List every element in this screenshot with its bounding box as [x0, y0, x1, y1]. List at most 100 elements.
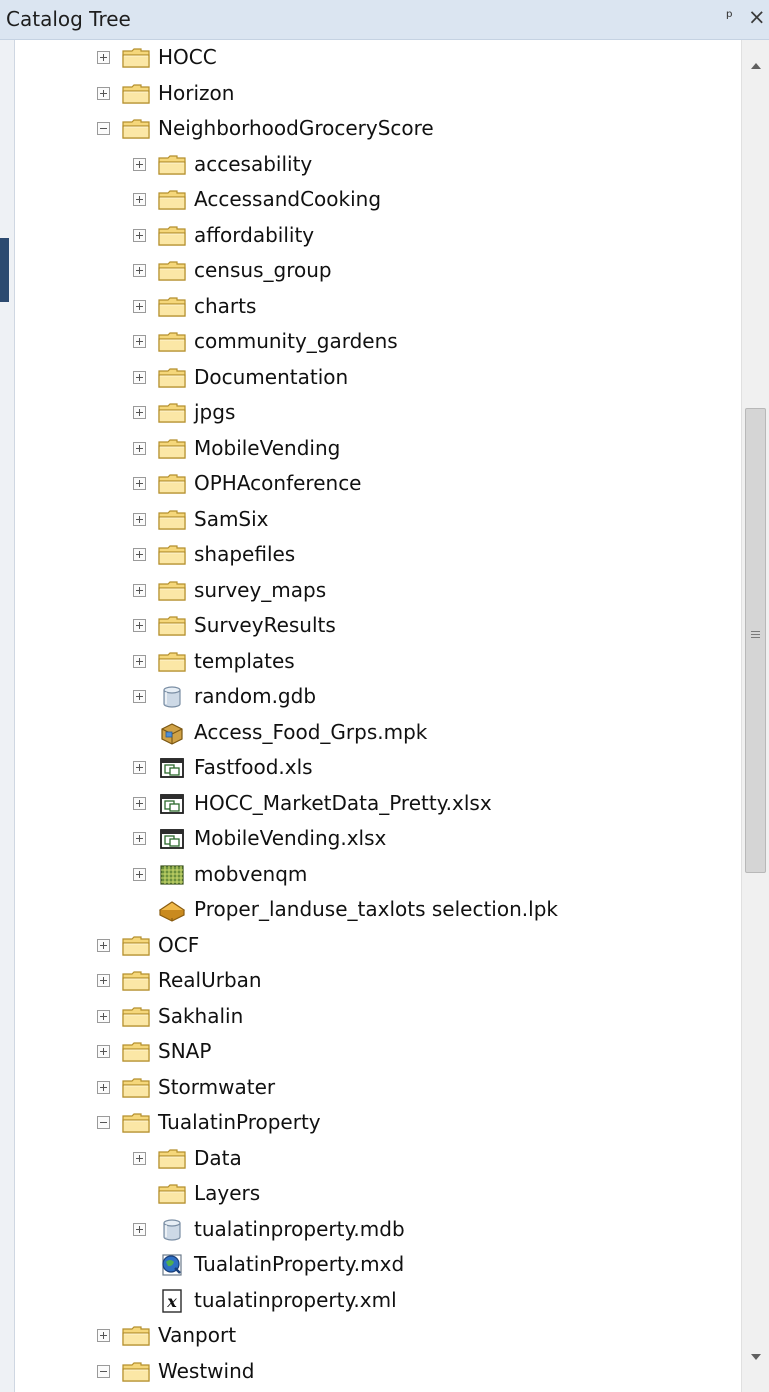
expand-icon[interactable]: [133, 761, 146, 774]
pin-icon[interactable]: ᵖ: [724, 7, 735, 28]
tree-item-community-gardens[interactable]: community_gardens: [15, 324, 741, 360]
expand-icon[interactable]: [133, 299, 146, 313]
expand-icon[interactable]: [97, 938, 110, 952]
expand-icon[interactable]: [133, 832, 146, 845]
expand-icon[interactable]: [133, 654, 146, 668]
expand-icon[interactable]: [133, 228, 146, 242]
tree-item-label: AccessandCooking: [194, 187, 382, 211]
tree-item-realurban[interactable]: RealUrban: [15, 963, 741, 999]
expand-icon[interactable]: [133, 406, 146, 419]
expand-icon[interactable]: [97, 1045, 110, 1058]
expand-icon[interactable]: [133, 1222, 146, 1236]
folder-icon: [157, 1182, 187, 1206]
tree-item-label: OCF: [158, 932, 200, 957]
tree-item-label: tualatinproperty.mdb: [194, 1216, 405, 1241]
tree-item-label: HOCC_MarketData_Pretty.xlsx: [194, 790, 492, 815]
expand-icon[interactable]: [133, 441, 146, 455]
scroll-thumb[interactable]: [745, 408, 766, 873]
expand-icon[interactable]: [133, 157, 146, 171]
expand-icon[interactable]: [133, 619, 146, 632]
tree-item-mobilevending[interactable]: MobileVending: [15, 431, 741, 467]
folder-icon: [121, 117, 151, 141]
tree-item-snap[interactable]: SNAP: [15, 1034, 741, 1070]
tree-item-ophaconference[interactable]: OPHAconference: [15, 466, 741, 502]
tree-item-accessandcooking[interactable]: AccessandCooking: [15, 182, 741, 218]
vertical-scrollbar[interactable]: [741, 40, 769, 1392]
expand-icon[interactable]: [97, 1009, 110, 1023]
scroll-up-arrow-icon[interactable]: [751, 63, 761, 69]
tree-item-documentation[interactable]: Documentation: [15, 360, 741, 396]
expand-icon[interactable]: [133, 583, 146, 597]
tree-item-access-food-grps-mpk[interactable]: Access_Food_Grps.mpk: [15, 715, 741, 751]
tree-item-label: tualatinproperty.xml: [194, 1287, 397, 1312]
tree-item-hocc[interactable]: HOCC: [15, 40, 741, 76]
folder-icon: [121, 1076, 151, 1100]
tree-item-label: survey_maps: [194, 577, 327, 602]
tree-item-tualatinproperty-mxd[interactable]: TualatinProperty.mxd: [15, 1247, 741, 1283]
expand-icon[interactable]: [97, 1329, 110, 1342]
scroll-down-arrow-icon[interactable]: [751, 1354, 761, 1360]
tree-item-layers[interactable]: Layers: [15, 1176, 741, 1212]
expand-icon[interactable]: [133, 796, 146, 810]
tree-item-templates[interactable]: templates: [15, 644, 741, 680]
tree-item-vanport[interactable]: Vanport: [15, 1318, 741, 1354]
expand-icon[interactable]: [133, 264, 146, 277]
tree-item-sakhalin[interactable]: Sakhalin: [15, 999, 741, 1035]
tree-item-surveyresults[interactable]: SurveyResults: [15, 608, 741, 644]
tree-item-charts[interactable]: charts: [15, 289, 741, 325]
tree-item-label: TualatinProperty: [158, 1110, 321, 1134]
tree-item-data[interactable]: Data: [15, 1141, 741, 1177]
tree-item-mobvenqm[interactable]: mobvenqm: [15, 857, 741, 893]
folder-icon: [157, 295, 187, 319]
tree-item-label: MobileVending: [194, 435, 341, 460]
tree-item-label: Data: [194, 1145, 242, 1170]
tree-item-horizon[interactable]: Horizon: [15, 76, 741, 112]
tree-item-census-group[interactable]: census_group: [15, 253, 741, 289]
tree-item-accesability[interactable]: accesability: [15, 147, 741, 183]
raster-icon: [157, 863, 187, 887]
tree-item-survey-maps[interactable]: survey_maps: [15, 573, 741, 609]
tree-item-random-gdb[interactable]: random.gdb: [15, 679, 741, 715]
tree-item-tualatinproperty-mdb[interactable]: tualatinproperty.mdb: [15, 1212, 741, 1248]
expand-icon[interactable]: [133, 867, 146, 881]
expand-icon[interactable]: [97, 974, 110, 987]
tree-item-mobilevending-xlsx[interactable]: MobileVending.xlsx: [15, 821, 741, 857]
tree-item-ocf[interactable]: OCF: [15, 928, 741, 964]
tree-item-hocc-marketdata-pretty-xlsx[interactable]: HOCC_MarketData_Pretty.xlsx: [15, 786, 741, 822]
expand-icon[interactable]: [133, 690, 146, 703]
collapse-icon[interactable]: [97, 1116, 110, 1129]
expand-icon[interactable]: [133, 193, 146, 206]
expand-icon[interactable]: [97, 86, 110, 100]
collapse-icon[interactable]: [97, 122, 110, 135]
table-icon: [157, 827, 187, 851]
tree-item-jpgs[interactable]: jpgs: [15, 395, 741, 431]
expand-icon[interactable]: [97, 1080, 110, 1094]
expand-icon[interactable]: [133, 477, 146, 490]
tree-item-shapefiles[interactable]: shapefiles: [15, 537, 741, 573]
tree-item-westwind[interactable]: Westwind: [15, 1354, 741, 1390]
tree-item-samsix[interactable]: SamSix: [15, 502, 741, 538]
close-icon[interactable]: ×: [748, 5, 766, 29]
expand-icon[interactable]: [97, 51, 110, 64]
tree-item-label: HOCC: [158, 45, 217, 69]
expand-icon[interactable]: [133, 370, 146, 384]
dock-edge-tab[interactable]: [0, 238, 9, 302]
folder-icon: [157, 543, 187, 567]
expand-icon[interactable]: [133, 512, 146, 526]
tree-item-label: Documentation: [194, 364, 349, 389]
tree-item-tualatinproperty-xml[interactable]: x tualatinproperty.xml: [15, 1283, 741, 1319]
tree-item-label: SamSix: [194, 506, 269, 531]
folder-icon: [157, 259, 187, 283]
folder-icon: [157, 508, 187, 532]
expand-icon[interactable]: [133, 1151, 146, 1165]
tree-item-label: Fastfood.xls: [194, 755, 313, 779]
tree-item-proper-landuse-taxlots-selection-lpk[interactable]: Proper_landuse_taxlots selection.lpk: [15, 892, 741, 928]
tree-item-neighborhoodgroceryscore[interactable]: NeighborhoodGroceryScore: [15, 111, 741, 147]
tree-item-stormwater[interactable]: Stormwater: [15, 1070, 741, 1106]
tree-item-tualatinproperty[interactable]: TualatinProperty: [15, 1105, 741, 1141]
expand-icon[interactable]: [133, 335, 146, 348]
expand-icon[interactable]: [133, 548, 146, 561]
tree-item-fastfood-xls[interactable]: Fastfood.xls: [15, 750, 741, 786]
tree-item-affordability[interactable]: affordability: [15, 218, 741, 254]
collapse-icon[interactable]: [97, 1364, 110, 1378]
